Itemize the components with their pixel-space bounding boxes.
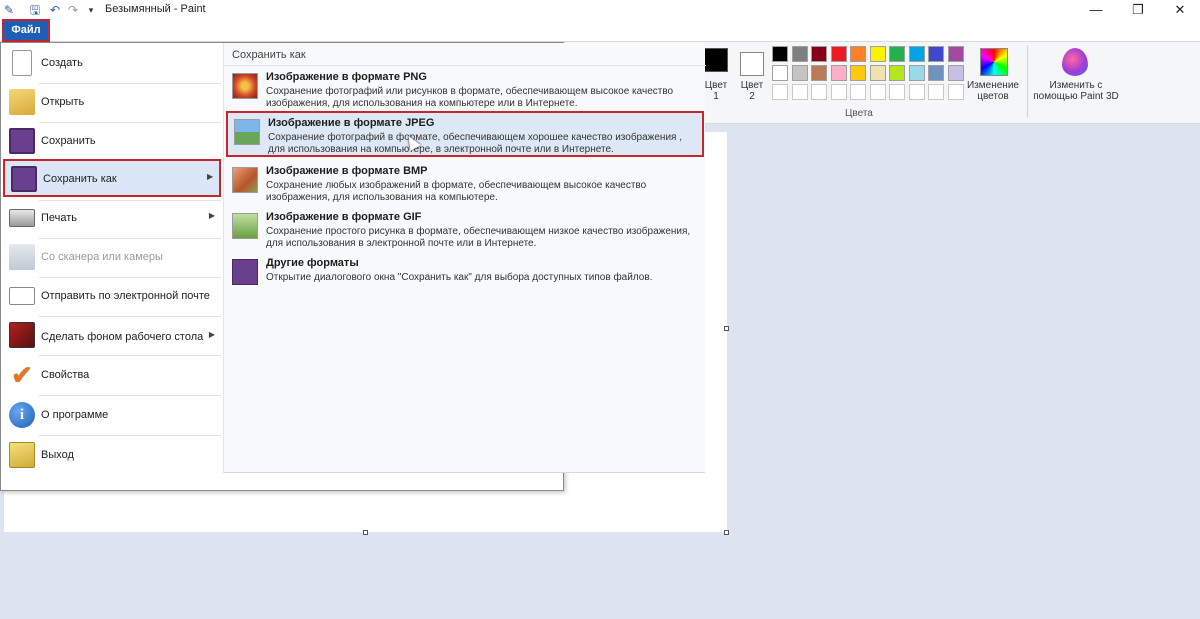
palette-color-swatch[interactable] [772,65,788,81]
color1-swatch[interactable] [704,48,728,72]
other-formats-icon [232,259,258,285]
custom-color-slot[interactable] [869,84,886,100]
desktop-background-icon [9,322,35,348]
palette-color-swatch[interactable] [947,46,964,62]
save-as-icon [11,166,37,192]
menu-separator [39,395,221,396]
menu-item-email[interactable]: Отправить по электронной почте [3,278,221,316]
bmp-image-icon [232,167,258,193]
info-icon: i [9,402,35,428]
menu-item-scanner[interactable]: Со сканера или камеры [3,239,221,277]
edit-colors-button[interactable]: Изменение цветов [962,80,1024,102]
menu-item-exit[interactable]: Выход [3,437,221,475]
submenu-divider [224,65,706,66]
menu-item-set-desktop[interactable]: Сделать фоном рабочего стола ▶ [3,317,221,357]
palette-color-swatch[interactable] [928,65,944,81]
palette-color-swatch[interactable] [869,65,886,81]
custom-color-slot[interactable] [830,84,847,100]
menu-item-new[interactable]: Создать [3,45,221,83]
palette-color-swatch[interactable] [830,46,847,62]
save-as-gif[interactable]: Изображение в формате GIF Сохранение про… [226,207,704,251]
ribbon-tab-row: ⌃ ? [0,20,1200,57]
custom-color-slot[interactable] [889,84,905,100]
ribbon-separator [1027,46,1028,118]
menu-item-save-as[interactable]: Сохранить как [3,159,221,197]
color2-swatch[interactable] [740,52,764,76]
open-folder-icon [9,89,35,115]
palette-color-swatch[interactable] [928,46,944,62]
png-image-icon [232,73,258,99]
resize-handle-corner[interactable] [724,530,729,535]
scanner-icon [9,244,35,270]
paint3d-button[interactable]: Изменить с помощью Paint 3D [1030,80,1122,102]
resize-handle-right[interactable] [724,326,729,331]
printer-icon [9,209,35,227]
file-tab[interactable]: Файл [2,19,50,42]
title-bar: ✎ 🖫 ↶ ↷ ▾ Безымянный - Paint — ❐ ✕ [0,0,1200,20]
jpeg-image-icon [234,119,260,145]
custom-color-slot[interactable] [791,84,808,100]
paint3d-icon[interactable] [1062,48,1088,76]
custom-color-slot[interactable] [772,84,788,100]
save-icon [9,128,35,154]
palette-color-swatch[interactable] [830,65,847,81]
color1-label[interactable]: Цвет 1 [702,80,730,102]
restore-button[interactable]: ❐ [1118,0,1158,20]
save-as-other-formats[interactable]: Другие форматы Открытие диалогового окна… [226,253,704,297]
palette-color-swatch[interactable] [791,46,808,62]
palette-color-swatch[interactable] [850,46,866,62]
palette-color-swatch[interactable] [889,46,905,62]
checkmark-icon: ✔ [11,360,33,390]
custom-color-slot[interactable] [850,84,866,100]
exit-icon [9,442,35,468]
palette-color-swatch[interactable] [791,65,808,81]
email-icon [9,287,35,305]
menu-item-about[interactable]: i О программе [3,397,221,435]
undo-icon[interactable]: ↶ [48,3,62,17]
resize-handle-bottom[interactable] [363,530,368,535]
menu-item-open[interactable]: Открыть [3,84,221,122]
gif-image-icon [232,213,258,239]
file-menu-commands: Создать Открыть Сохранить Сохранить как … [1,43,223,490]
palette-color-swatch[interactable] [811,46,827,62]
redo-icon[interactable]: ↷ [66,3,80,17]
custom-color-slot[interactable] [947,84,964,100]
submenu-header: Сохранить как [232,49,306,61]
chevron-right-icon: ▶ [208,211,215,220]
color2-label[interactable]: Цвет 2 [736,80,768,102]
customize-toolbar-icon[interactable]: ▾ [84,3,98,17]
custom-color-slot[interactable] [928,84,944,100]
menu-item-save[interactable]: Сохранить [3,123,221,161]
palette-color-swatch[interactable] [772,46,788,62]
chevron-right-icon: ▶ [208,330,215,339]
palette-color-swatch[interactable] [889,65,905,81]
colors-group-label: Цвета [845,108,873,119]
chevron-right-icon: ▶ [207,172,214,181]
save-as-png[interactable]: Изображение в формате PNG Сохранение фот… [226,67,704,111]
menu-separator [39,435,221,436]
custom-color-slot[interactable] [811,84,827,100]
window-title: Безымянный - Paint [105,3,206,15]
palette-color-swatch[interactable] [947,65,964,81]
file-menu: Создать Открыть Сохранить Сохранить как … [0,42,706,491]
edit-colors-icon[interactable] [980,48,1008,76]
minimize-button[interactable]: — [1076,0,1116,20]
palette-color-swatch[interactable] [908,65,925,81]
palette-color-swatch[interactable] [811,65,827,81]
new-file-icon [12,50,32,76]
save-as-bmp[interactable]: Изображение в формате BMP Сохранение люб… [226,161,704,205]
menu-separator [39,355,221,356]
paint-app-icon: ✎ [3,3,15,17]
palette-color-swatch[interactable] [850,65,866,81]
save-as-submenu: Сохранить как Изображение в формате PNG … [223,43,706,473]
palette-color-swatch[interactable] [869,46,886,62]
save-as-jpeg[interactable]: Изображение в формате JPEG Сохранение фо… [226,111,704,157]
save-icon[interactable]: 🖫 [28,3,42,17]
palette-color-swatch[interactable] [908,46,925,62]
custom-color-slot[interactable] [908,84,925,100]
menu-item-properties[interactable]: ✔ Свойства [3,357,221,395]
close-button[interactable]: ✕ [1160,0,1200,20]
menu-item-print[interactable]: Печать ▶ [3,200,221,238]
